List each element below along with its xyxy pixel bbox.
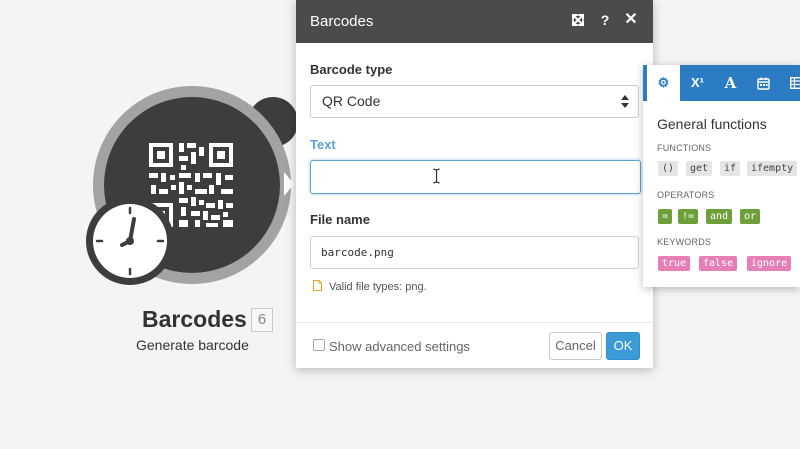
- text-cursor-icon: [433, 168, 440, 184]
- tab-math-functions[interactable]: X¹: [681, 65, 714, 101]
- advanced-settings-checkbox[interactable]: [313, 339, 325, 351]
- text-icon: A: [724, 74, 737, 92]
- function-chip-ifempty[interactable]: ifempty: [747, 161, 798, 176]
- keyword-chip-true[interactable]: true: [658, 256, 691, 271]
- ok-button[interactable]: OK: [606, 332, 640, 360]
- text-input[interactable]: [310, 160, 641, 194]
- tab-text-functions[interactable]: A: [714, 65, 747, 101]
- expand-icon[interactable]: [570, 12, 586, 28]
- cancel-button[interactable]: Cancel: [549, 332, 602, 360]
- operator-chip-and[interactable]: and: [706, 209, 733, 224]
- calendar-icon: [757, 77, 770, 90]
- keyword-chip-ignore[interactable]: ignore: [747, 256, 792, 271]
- file-icon: [313, 280, 322, 291]
- tab-date-functions[interactable]: [747, 65, 780, 101]
- barcodes-dialog: Barcodes ? ✕ Barcode type QR Code Text F…: [296, 0, 653, 368]
- functions-panel: ⚙ X¹ A General functions FUNCTIONS () ge…: [643, 65, 800, 287]
- text-label: Text: [310, 137, 336, 152]
- function-chip-if[interactable]: if: [720, 161, 741, 176]
- file-type-hint-text: Valid file types: png.: [329, 281, 427, 293]
- operators-section-label: OPERATORS: [657, 190, 715, 200]
- function-chip-get[interactable]: get: [686, 161, 713, 176]
- dialog-header: Barcodes ? ✕: [296, 0, 653, 43]
- file-name-label: File name: [310, 212, 370, 227]
- close-icon[interactable]: ✕: [623, 12, 639, 28]
- tab-general-functions[interactable]: ⚙: [647, 65, 680, 101]
- module-count-badge: 6: [251, 308, 273, 332]
- operator-chip-equals[interactable]: =: [658, 209, 673, 224]
- clock-icon: [86, 197, 174, 285]
- table-icon: [789, 76, 800, 90]
- barcode-type-select[interactable]: QR Code: [310, 85, 639, 118]
- panel-title: General functions: [657, 116, 767, 132]
- module-title: Barcodes: [142, 306, 247, 332]
- file-name-input[interactable]: barcode.png: [310, 236, 639, 269]
- barcode-type-label: Barcode type: [310, 62, 393, 77]
- dialog-title: Barcodes: [310, 13, 374, 30]
- help-icon[interactable]: ?: [597, 12, 613, 28]
- function-chip-parentheses[interactable]: (): [658, 161, 679, 176]
- file-name-value: barcode.png: [321, 246, 394, 259]
- module-subtitle: Generate barcode: [136, 337, 249, 353]
- module-pointer: [284, 172, 294, 196]
- tab-array-functions[interactable]: [780, 65, 800, 101]
- operator-chip-not-equals[interactable]: !=: [678, 209, 699, 224]
- keywords-section-label: KEYWORDS: [657, 237, 712, 247]
- advanced-settings-label[interactable]: Show advanced settings: [329, 339, 470, 354]
- functions-section-label: FUNCTIONS: [657, 143, 712, 153]
- select-arrows-icon: [621, 95, 629, 109]
- keyword-chip-false[interactable]: false: [699, 256, 738, 271]
- math-superscript-icon: X¹: [691, 75, 704, 90]
- functions-panel-tabs: ⚙ X¹ A: [643, 65, 800, 101]
- barcode-type-value: QR Code: [322, 93, 381, 109]
- operator-chip-or[interactable]: or: [740, 209, 761, 224]
- gear-icon: ⚙: [657, 75, 670, 90]
